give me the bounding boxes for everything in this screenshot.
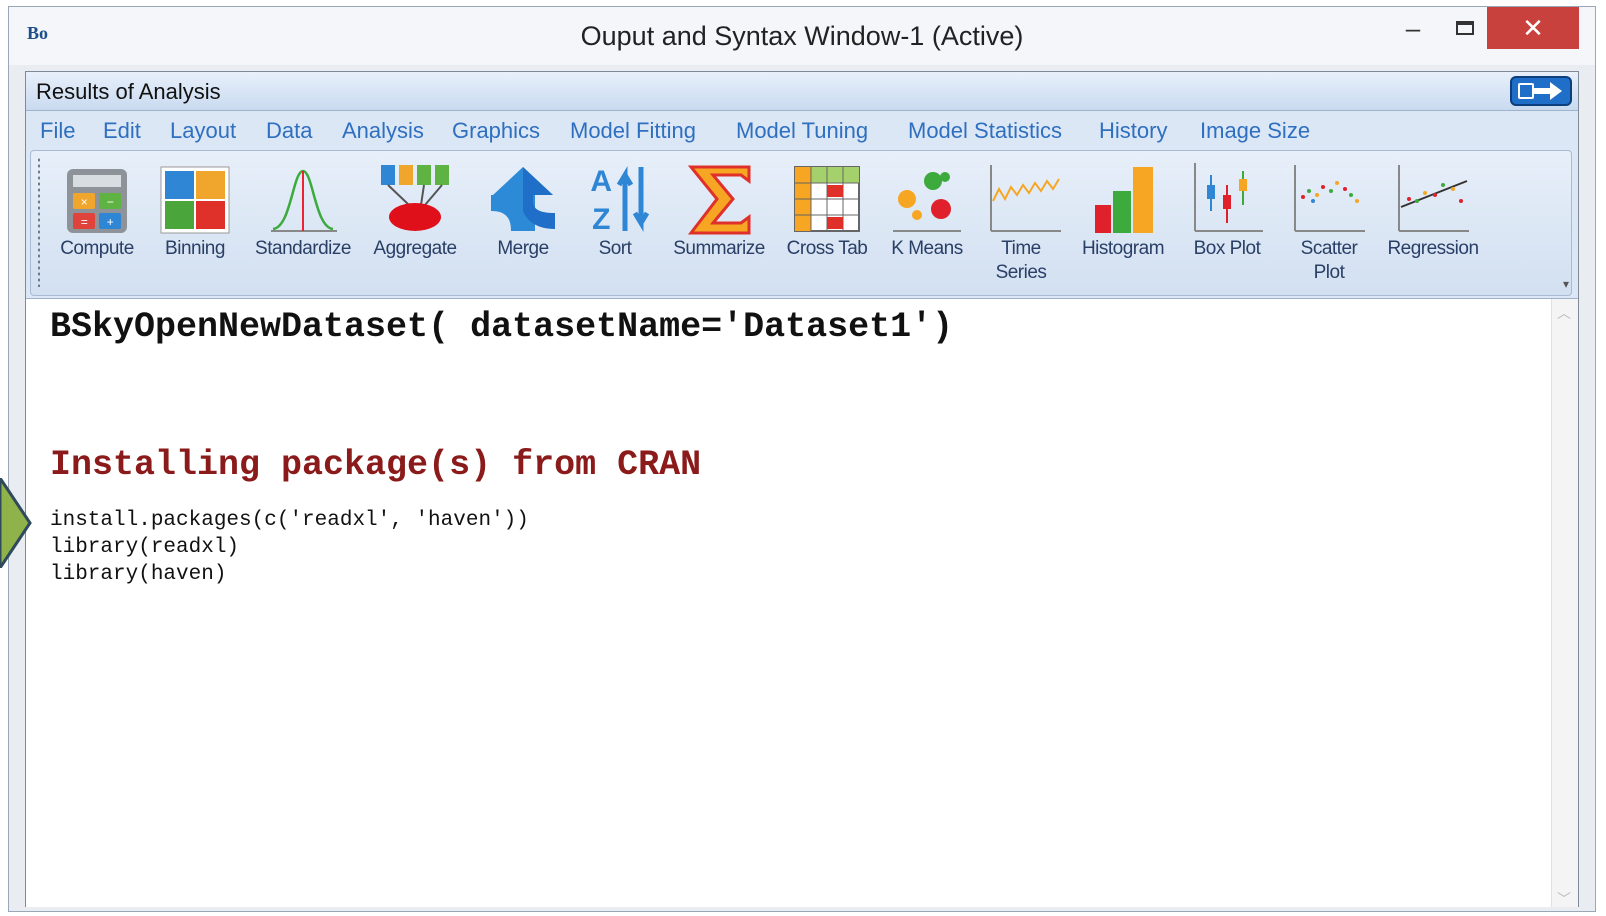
menu-graphics[interactable]: Graphics — [452, 118, 540, 144]
scroll-up-icon[interactable]: ︿ — [1557, 303, 1571, 321]
pointer-arrow-icon — [0, 478, 32, 568]
tool-sort[interactable]: A Z Sort — [579, 161, 651, 261]
menu-model-fitting[interactable]: Model Fitting — [570, 118, 696, 144]
menu-file[interactable]: File — [40, 118, 75, 144]
tool-summarize[interactable]: Summarize — [667, 161, 771, 261]
tool-histogram[interactable]: Histogram — [1071, 161, 1175, 261]
cross-tab-icon — [794, 166, 860, 232]
svg-text:A: A — [590, 165, 611, 198]
tool-label: Aggregate — [373, 238, 457, 259]
aggregate-icon — [381, 165, 449, 231]
results-panel: Results of Analysis File Edit Layout Dat… — [25, 71, 1579, 907]
svg-text:−: − — [107, 195, 114, 209]
results-title: Results of Analysis — [36, 79, 221, 104]
output-area: BSkyOpenNewDataset( datasetName='Dataset… — [26, 298, 1578, 907]
tool-label: Regression — [1387, 238, 1479, 259]
tool-label: Cross Tab — [786, 238, 868, 259]
tool-label: Sort — [598, 238, 632, 259]
tool-binning[interactable]: Binning — [155, 161, 235, 261]
menu-bar: File Edit Layout Data Analysis Graphics … — [26, 112, 1578, 148]
tool-compute[interactable]: × − = + Compute — [55, 161, 139, 261]
tool-label: Summarize — [673, 238, 765, 259]
tool-regression[interactable]: Regression — [1381, 161, 1485, 261]
svg-text:Z: Z — [592, 203, 610, 236]
minimize-button[interactable]: – — [1387, 7, 1439, 49]
tool-scatter-plot[interactable]: Scatter Plot — [1289, 161, 1369, 285]
tool-k-means[interactable]: K Means — [885, 161, 969, 261]
menu-history[interactable]: History — [1099, 118, 1167, 144]
code-line: install.packages(c('readxl', 'haven')) — [50, 509, 529, 532]
box-plot-icon — [1194, 163, 1263, 232]
switch-window-button[interactable] — [1510, 76, 1572, 106]
menu-layout[interactable]: Layout — [170, 118, 236, 144]
code-line: library(readxl) — [50, 536, 240, 559]
menu-model-statistics[interactable]: Model Statistics — [908, 118, 1062, 144]
svg-text:=: = — [81, 215, 88, 229]
merge-icon — [491, 167, 555, 231]
tool-label: K Means — [891, 238, 963, 259]
maximize-icon — [1456, 21, 1474, 35]
tool-label: Box Plot — [1193, 238, 1261, 259]
k-means-icon — [893, 172, 961, 232]
tool-label: Binning — [165, 238, 225, 259]
sort-az-icon: A Z — [590, 165, 650, 236]
menu-model-tuning[interactable]: Model Tuning — [736, 118, 868, 144]
bell-curve-icon — [271, 169, 337, 232]
tool-label: Compute — [60, 238, 134, 259]
svg-text:+: + — [107, 215, 114, 229]
menu-image-size[interactable]: Image Size — [1200, 118, 1310, 144]
maximize-button[interactable] — [1439, 7, 1491, 49]
tool-label: Histogram — [1081, 238, 1165, 259]
tool-cross-tab[interactable]: Cross Tab — [781, 161, 873, 261]
regression-icon — [1398, 165, 1469, 232]
tool-label: Standardize — [255, 238, 351, 259]
menu-analysis[interactable]: Analysis — [342, 118, 424, 144]
vertical-scrollbar[interactable]: ︿ ﹀ — [1551, 299, 1578, 907]
binning-icon — [160, 166, 230, 234]
close-button[interactable]: ✕ — [1487, 7, 1579, 49]
output-syntax-window: Bo Ouput and Syntax Window-1 (Active) – … — [8, 6, 1596, 912]
results-header: Results of Analysis — [26, 72, 1578, 111]
tool-label: Time Series — [995, 238, 1047, 283]
tool-aggregate[interactable]: Aggregate — [367, 161, 463, 261]
window-title: Ouput and Syntax Window-1 (Active) — [580, 21, 1024, 51]
time-series-icon — [990, 165, 1061, 232]
menu-edit[interactable]: Edit — [103, 118, 141, 144]
svg-text:×: × — [81, 195, 88, 209]
menu-data[interactable]: Data — [266, 118, 312, 144]
code-line: library(haven) — [50, 563, 227, 586]
toolbar-grip[interactable] — [37, 157, 41, 287]
toolbar: × − = + Compute Binning Standardize Aggr… — [30, 150, 1572, 296]
tool-standardize[interactable]: Standardize — [251, 161, 355, 261]
tool-time-series[interactable]: Time Series — [985, 161, 1061, 285]
switch-window-icon — [1518, 82, 1562, 100]
title-bar[interactable]: Bo Ouput and Syntax Window-1 (Active) – … — [9, 7, 1595, 65]
scatter-plot-icon — [1294, 165, 1365, 232]
histogram-icon — [1095, 167, 1153, 233]
calculator-icon: × − = + — [67, 169, 127, 233]
sigma-icon — [687, 165, 751, 235]
tool-label: Merge — [497, 238, 549, 259]
scroll-down-icon[interactable]: ﹀ — [1557, 889, 1571, 907]
section-heading: Installing package(s) from CRAN — [50, 445, 702, 485]
code-block: install.packages(c('readxl', 'haven')) li… — [50, 507, 529, 588]
tool-merge[interactable]: Merge — [479, 161, 567, 261]
tool-box-plot[interactable]: Box Plot — [1185, 161, 1269, 261]
command-heading: BSkyOpenNewDataset( datasetName='Dataset… — [50, 307, 954, 347]
tool-label: Scatter Plot — [1300, 238, 1358, 283]
toolbar-overflow-icon[interactable]: ▾ — [1563, 277, 1569, 291]
